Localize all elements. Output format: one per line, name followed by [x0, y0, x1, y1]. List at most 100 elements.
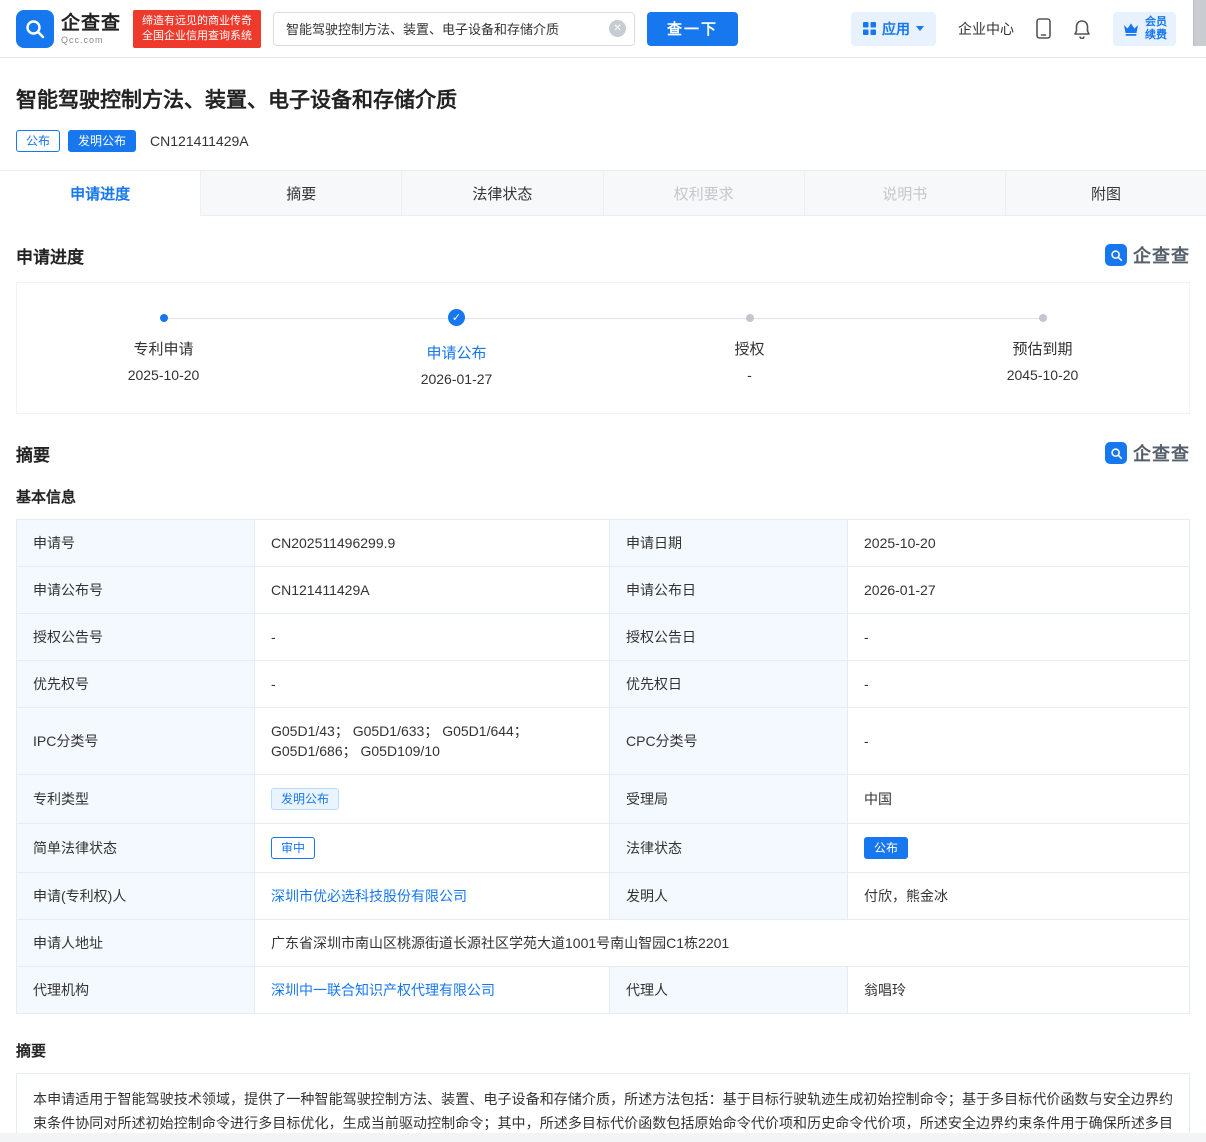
application-progress-panel: 专利申请 2025-10-20 ✓ 申请公布 2026-01-27 授权 - 预… — [16, 282, 1190, 414]
patent-type-badge: 发明公布 — [68, 130, 136, 152]
qcc-watermark-text: 企查查 — [1133, 440, 1190, 466]
step-label: 申请公布 — [426, 342, 486, 363]
field-label: 法律状态 — [610, 824, 848, 873]
chevron-down-icon — [916, 26, 924, 31]
bottom-divider — [0, 1133, 1206, 1142]
logo-domain: Qcc.com — [61, 35, 121, 45]
member-line1: 会员 — [1145, 16, 1167, 29]
field-value: 深圳市优必选科技股份有限公司 — [255, 873, 610, 920]
timeline-step-granted: 授权 - — [603, 311, 896, 387]
field-label: 申请公布日 — [610, 567, 848, 614]
field-label: 申请公布号 — [17, 567, 255, 614]
step-label: 授权 — [734, 338, 764, 359]
legal-status-badge: 公布 — [864, 837, 908, 859]
table-row: 代理机构 深圳中一联合知识产权代理有限公司 代理人 翁唱玲 — [17, 967, 1190, 1014]
timeline-step-expiry: 预估到期 2045-10-20 — [896, 311, 1189, 387]
summary-section-head: 摘要 企查查 — [0, 414, 1206, 480]
field-label: 代理机构 — [17, 967, 255, 1014]
field-label: 申请(专利权)人 — [17, 873, 255, 920]
step-dot-expiry — [1039, 314, 1047, 322]
field-label: 申请日期 — [610, 520, 848, 567]
field-value: 中国 — [848, 775, 1190, 824]
tab-description[interactable]: 说明书 — [805, 171, 1006, 215]
qcc-logo[interactable]: 企查查 Qcc.com — [16, 10, 121, 48]
search-button[interactable]: 查一下 — [647, 12, 738, 46]
slogan-line2: 全国企业信用查询系统 — [142, 29, 252, 44]
tab-bar: 申请进度 摘要 法律状态 权利要求 说明书 附图 — [0, 170, 1206, 216]
timeline: 专利申请 2025-10-20 ✓ 申请公布 2026-01-27 授权 - 预… — [17, 311, 1189, 387]
field-value: 2026-01-27 — [848, 567, 1190, 614]
progress-section-head: 申请进度 企查查 — [0, 216, 1206, 282]
step-dot-granted — [746, 314, 754, 322]
search-input[interactable] — [273, 12, 635, 46]
step-date: - — [747, 367, 752, 383]
basic-info-title: 基本信息 — [0, 480, 1206, 519]
field-value: G05D1/43； G05D1/633； G05D1/644； G05D1/68… — [255, 708, 610, 775]
top-header: 企查查 Qcc.com 缔造有远见的商业传奇 全国企业信用查询系统 ✕ 查一下 … — [0, 0, 1206, 58]
tab-legal-status[interactable]: 法律状态 — [402, 171, 603, 215]
qcc-watermark: 企查查 — [1105, 440, 1190, 466]
field-value: 公布 — [848, 824, 1190, 873]
field-value: CN202511496299.9 — [255, 520, 610, 567]
apps-label: 应用 — [882, 19, 910, 39]
tab-application-progress[interactable]: 申请进度 — [0, 171, 201, 216]
qcc-logo-icon — [16, 10, 54, 48]
timeline-step-filed: 专利申请 2025-10-20 — [17, 311, 310, 387]
tab-claims[interactable]: 权利要求 — [604, 171, 805, 215]
step-label: 预估到期 — [1012, 338, 1072, 359]
qcc-watermark-icon — [1105, 244, 1127, 266]
agency-link[interactable]: 深圳中一联合知识产权代理有限公司 — [271, 982, 495, 998]
field-value: - — [848, 708, 1190, 775]
field-label: 简单法律状态 — [17, 824, 255, 873]
patent-type-badge: 发明公布 — [271, 788, 339, 810]
field-label: 授权公告号 — [17, 614, 255, 661]
status-badge: 公布 — [16, 130, 60, 152]
field-value: CN121411429A — [255, 567, 610, 614]
table-row: 申请号 CN202511496299.9 申请日期 2025-10-20 — [17, 520, 1190, 567]
table-row: 申请人地址 广东省深圳市南山区桃源街道长源社区学苑大道1001号南山智园C1栋2… — [17, 920, 1190, 967]
apps-button[interactable]: 应用 — [851, 12, 936, 46]
field-value: 广东省深圳市南山区桃源街道长源社区学苑大道1001号南山智园C1栋2201 — [255, 920, 1190, 967]
abstract-title: 摘要 — [16, 1040, 46, 1061]
field-value: - — [848, 614, 1190, 661]
field-label: 优先权日 — [610, 661, 848, 708]
qcc-watermark: 企查查 — [1105, 242, 1190, 268]
clear-icon[interactable]: ✕ — [609, 20, 626, 37]
field-label: 受理局 — [610, 775, 848, 824]
slogan-line1: 缔造有远见的商业传奇 — [142, 14, 252, 29]
field-value: 付欣，熊金冰 — [848, 873, 1190, 920]
step-dot-filed — [160, 314, 168, 322]
mobile-icon[interactable] — [1036, 18, 1051, 39]
field-value: - — [255, 614, 610, 661]
table-row: 优先权号 - 优先权日 - — [17, 661, 1190, 708]
member-renew-button[interactable]: 会员 续费 — [1113, 12, 1176, 46]
tab-drawings[interactable]: 附图 — [1006, 171, 1206, 215]
tab-abstract[interactable]: 摘要 — [201, 171, 402, 215]
scrollbar-thumb[interactable] — [1193, 0, 1206, 46]
enterprise-center-link[interactable]: 企业中心 — [958, 19, 1014, 39]
search-box: ✕ — [273, 12, 635, 46]
abstract-text: 本申请适用于智能驾驶技术领域，提供了一种智能驾驶控制方法、装置、电子设备和存储介… — [16, 1073, 1190, 1142]
slogan-badge: 缔造有远见的商业传奇 全国企业信用查询系统 — [133, 10, 261, 48]
table-row: 申请(专利权)人 深圳市优必选科技股份有限公司 发明人 付欣，熊金冰 — [17, 873, 1190, 920]
logo-name: 企查查 — [61, 13, 121, 35]
field-value: 深圳中一联合知识产权代理有限公司 — [255, 967, 610, 1014]
field-value: 发明公布 — [255, 775, 610, 824]
bell-icon[interactable] — [1073, 19, 1091, 39]
check-icon: ✓ — [448, 309, 465, 326]
table-row: 简单法律状态 审中 法律状态 公布 — [17, 824, 1190, 873]
patent-header: 智能驾驶控制方法、装置、电子设备和存储介质 公布 发明公布 CN12141142… — [0, 58, 1206, 170]
header-nav: 应用 企业中心 会员 续费 — [851, 12, 1190, 46]
simple-legal-status-badge: 审中 — [271, 837, 315, 859]
publication-number: CN121411429A — [150, 133, 249, 149]
field-label: CPC分类号 — [610, 708, 848, 775]
table-row: IPC分类号 G05D1/43； G05D1/633； G05D1/644； G… — [17, 708, 1190, 775]
table-row: 授权公告号 - 授权公告日 - — [17, 614, 1190, 661]
grid-icon — [863, 22, 876, 35]
qcc-watermark-icon — [1105, 442, 1127, 464]
applicant-link[interactable]: 深圳市优必选科技股份有限公司 — [271, 888, 467, 904]
field-label: 申请号 — [17, 520, 255, 567]
field-label: 优先权号 — [17, 661, 255, 708]
step-date: 2045-10-20 — [1007, 367, 1079, 383]
table-row: 专利类型 发明公布 受理局 中国 — [17, 775, 1190, 824]
